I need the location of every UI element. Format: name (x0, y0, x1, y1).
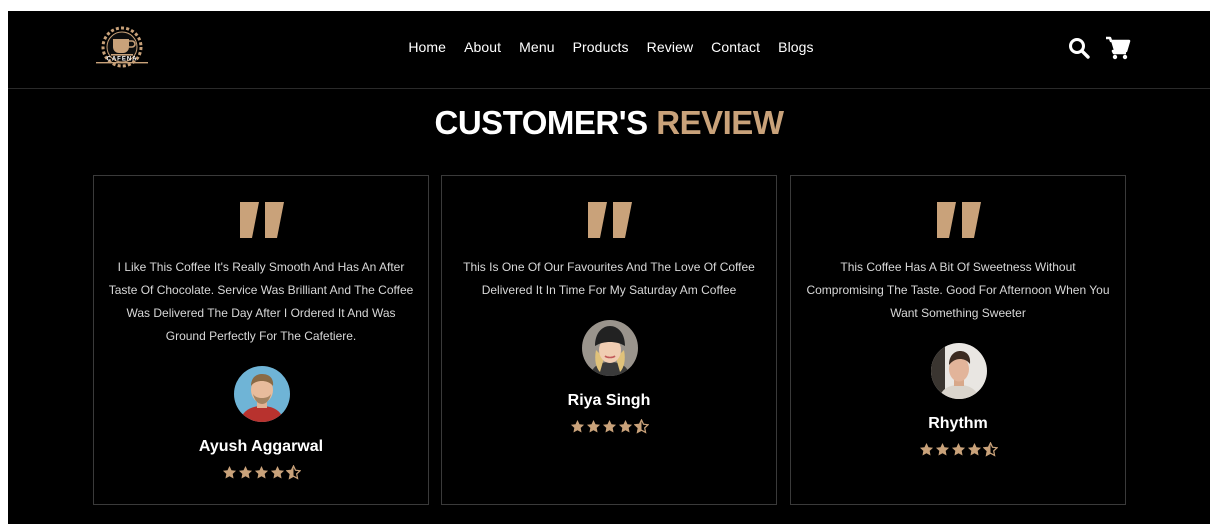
main-nav: Home About Menu Products Review Contact … (8, 39, 1210, 55)
nav-home[interactable]: Home (408, 39, 446, 55)
review-card: This Is One Of Our Favourites And The Lo… (441, 175, 777, 505)
avatar-image (234, 366, 290, 422)
star-icon (238, 465, 252, 479)
section-title: CUSTOMER'S REVIEW (8, 104, 1210, 142)
search-icon[interactable] (1068, 37, 1090, 59)
star-icon (919, 442, 933, 456)
star-icon (254, 465, 268, 479)
half-star-icon (633, 419, 649, 434)
rating-stars (791, 442, 1125, 457)
half-star-icon (982, 442, 998, 457)
quote-icon (937, 202, 981, 238)
rating-stars (442, 419, 776, 434)
cart-icon[interactable] (1105, 36, 1131, 60)
star-icon (602, 419, 616, 433)
half-star-icon (285, 465, 301, 480)
star-icon (935, 442, 949, 456)
star-icon (270, 465, 284, 479)
star-icon (586, 419, 600, 433)
reviewer-name: Rhythm (928, 415, 988, 432)
nav-blogs[interactable]: Blogs (778, 39, 814, 55)
star-icon (618, 419, 632, 433)
logo-text: CAFENA (107, 57, 138, 63)
quote-icon (240, 202, 284, 238)
rating-stars (94, 465, 428, 480)
section-title-white: CUSTOMER'S (434, 104, 649, 141)
star-icon (222, 465, 236, 479)
nav-contact[interactable]: Contact (711, 39, 760, 55)
review-card: This Coffee Has A Bit Of Sweetness Witho… (790, 175, 1126, 505)
avatar-image (931, 343, 987, 399)
page: CAFENA Home About Menu Products Review C… (8, 11, 1210, 524)
site-header: CAFENA Home About Menu Products Review C… (8, 11, 1210, 89)
section-title-accent: REVIEW (656, 104, 784, 141)
star-icon (570, 419, 584, 433)
review-text: I Like This Coffee It's Really Smooth An… (108, 260, 414, 343)
review-card: I Like This Coffee It's Really Smooth An… (93, 175, 429, 505)
star-icon (967, 442, 981, 456)
nav-about[interactable]: About (464, 39, 501, 55)
avatar (931, 343, 987, 399)
reviewer-name: Riya Singh (567, 392, 651, 409)
avatar (582, 320, 638, 376)
nav-menu[interactable]: Menu (519, 39, 554, 55)
avatar (234, 366, 290, 422)
quote-icon (588, 202, 632, 238)
star-icon (951, 442, 965, 456)
review-text: This Is One Of Our Favourites And The Lo… (463, 260, 755, 297)
nav-products[interactable]: Products (573, 39, 629, 55)
reviewer-name: Ayush Aggarwal (198, 438, 324, 455)
nav-review[interactable]: Review (647, 39, 694, 55)
avatar-image (582, 320, 638, 376)
review-text: This Coffee Has A Bit Of Sweetness Witho… (806, 260, 1110, 320)
